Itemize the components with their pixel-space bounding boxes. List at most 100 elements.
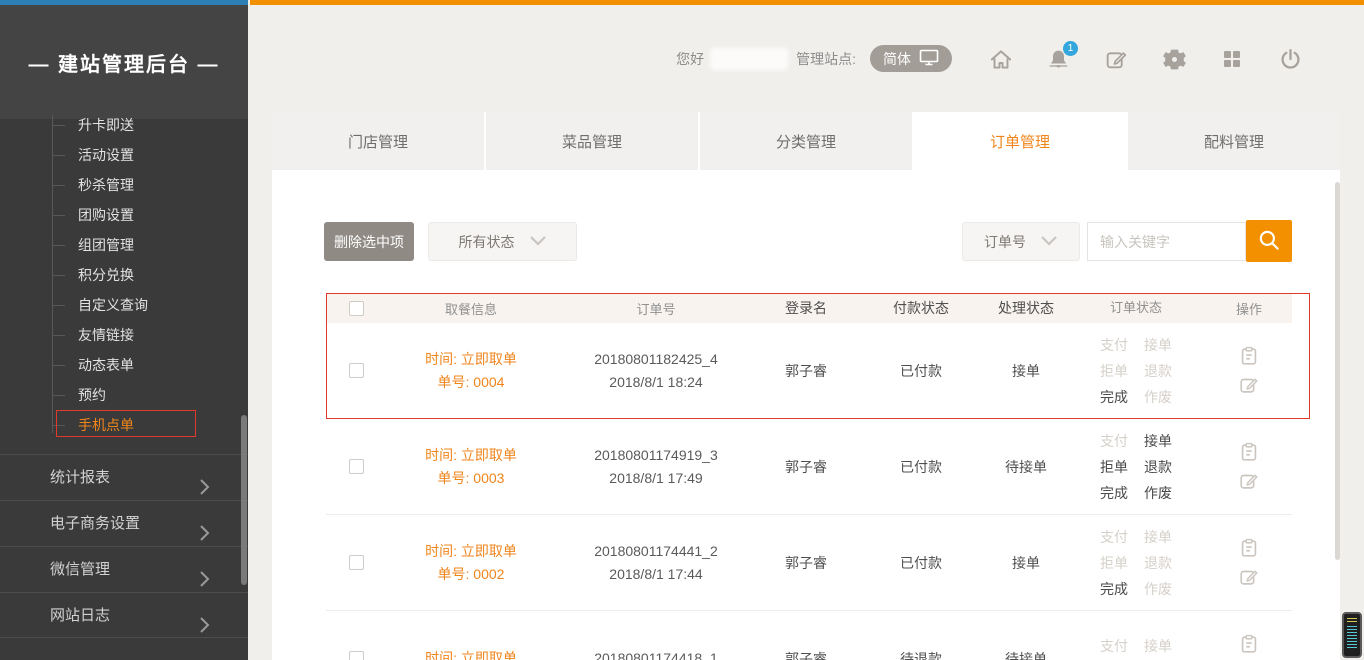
pay-status: 待退款 [856, 649, 986, 660]
search-type-dropdown[interactable]: 订单号 [962, 222, 1080, 261]
home-icon[interactable] [988, 47, 1012, 71]
status-filter-value: 所有状态 [459, 232, 515, 252]
sidebar-scrollbar[interactable] [241, 415, 247, 585]
order-edit-icon[interactable] [1238, 566, 1260, 588]
tab-bar: 门店管理 菜品管理 分类管理 订单管理 配料管理 [272, 112, 1340, 170]
table-row: 时间: 立即取单 20180801174418_1 郭子睿 待退款 待接单 支付… [326, 611, 1292, 660]
sidebar-section-ecommerce[interactable]: 电子商务设置 [0, 500, 248, 546]
action-reject[interactable]: 拒单 [1100, 454, 1128, 480]
sidebar-section-sitelog[interactable]: 网站日志 [0, 592, 248, 638]
sidebar-logo: — 建站管理后台 — [0, 5, 248, 119]
process-status: 接单 [986, 553, 1066, 573]
main-header: 您好 管理站点: 简体 1 [248, 5, 1364, 112]
pickup-time: 时间: 立即取单 [386, 647, 556, 660]
order-detail-icon[interactable] [1238, 633, 1260, 655]
action-void[interactable]: 作废 [1144, 480, 1172, 506]
action-reject[interactable]: 拒单 [1100, 550, 1128, 576]
power-logout-icon[interactable] [1278, 47, 1302, 71]
delete-selected-button[interactable]: 删除选中项 [324, 222, 414, 261]
tab-ingredient-management[interactable]: 配料管理 [1128, 112, 1340, 170]
site-label: 管理站点: [796, 49, 856, 69]
login-name: 郭子睿 [756, 553, 856, 573]
action-pay[interactable]: 支付 [1100, 332, 1128, 358]
row-checkbox[interactable] [349, 651, 364, 660]
chevron-down-icon [1040, 234, 1058, 250]
greeting-text: 您好 [676, 49, 704, 69]
login-name: 郭子睿 [756, 457, 856, 477]
order-edit-icon[interactable] [1238, 470, 1260, 492]
sidebar-item[interactable]: 团购设置 [78, 200, 148, 230]
edit-icon[interactable] [1104, 47, 1128, 71]
action-complete[interactable]: 完成 [1100, 384, 1128, 410]
sidebar-sections: 统计报表 电子商务设置 微信管理 网站日志 [0, 454, 248, 638]
sidebar-item[interactable]: 积分兑换 [78, 260, 148, 290]
tab-order-management-active[interactable]: 订单管理 [914, 112, 1128, 170]
notification-bell-icon[interactable]: 1 [1046, 47, 1070, 71]
search-type-value: 订单号 [984, 232, 1026, 252]
row-checkbox[interactable] [349, 459, 364, 474]
action-complete[interactable]: 完成 [1100, 576, 1128, 602]
sidebar-item[interactable]: 自定义查询 [78, 290, 148, 320]
process-status: 待接单 [986, 457, 1066, 477]
order-edit-icon[interactable] [1238, 374, 1260, 396]
pay-status: 已付款 [856, 457, 986, 477]
action-refund[interactable]: 退款 [1144, 454, 1172, 480]
action-pay[interactable]: 支付 [1100, 524, 1128, 550]
action-accept[interactable]: 接单 [1144, 633, 1172, 659]
pickup-time: 时间: 立即取单 [386, 540, 556, 563]
tab-category-management[interactable]: 分类管理 [700, 112, 914, 170]
pickup-time: 时间: 立即取单 [386, 444, 556, 467]
login-name: 郭子睿 [756, 361, 856, 381]
action-accept[interactable]: 接单 [1144, 332, 1172, 358]
sidebar-section-wechat[interactable]: 微信管理 [0, 546, 248, 592]
monitor-icon [919, 49, 939, 69]
sidebar-item[interactable]: 动态表单 [78, 350, 148, 380]
order-date: 2018/8/1 17:49 [556, 467, 756, 490]
language-switch-button[interactable]: 简体 [870, 45, 952, 72]
action-reject[interactable]: 拒单 [1100, 358, 1128, 384]
action-refund[interactable]: 退款 [1144, 550, 1172, 576]
tab-dish-management[interactable]: 菜品管理 [486, 112, 700, 170]
search-button[interactable] [1246, 220, 1292, 262]
sidebar-submenu: 升卡即送 活动设置 秒杀管理 团购设置 组团管理 积分兑换 自定义查询 友情链接… [78, 110, 148, 440]
header-pay-status: 付款状态 [856, 298, 986, 318]
settings-gear-icon[interactable] [1162, 47, 1186, 71]
sidebar-item[interactable]: 组团管理 [78, 230, 148, 260]
order-number: 20180801182425_4 [556, 348, 756, 371]
sidebar-item[interactable]: 友情链接 [78, 320, 148, 350]
chevron-right-icon [196, 607, 212, 653]
select-all-checkbox[interactable] [349, 301, 364, 316]
order-detail-icon[interactable] [1238, 537, 1260, 559]
table-row: 时间: 立即取单 单号: 0004 20180801182425_4 2018/… [326, 323, 1292, 419]
order-number: 20180801174919_3 [556, 444, 756, 467]
search-icon [1256, 227, 1282, 256]
app-title: — 建站管理后台 — [28, 48, 219, 77]
sidebar-item[interactable]: 预约 [78, 380, 148, 410]
header-login-name: 登录名 [756, 298, 856, 318]
active-item-red-annotation [56, 410, 196, 437]
row-checkbox[interactable] [349, 363, 364, 378]
action-void[interactable]: 作废 [1144, 384, 1172, 410]
action-accept[interactable]: 接单 [1144, 428, 1172, 454]
apps-grid-icon[interactable] [1220, 47, 1244, 71]
status-filter-dropdown[interactable]: 所有状态 [428, 222, 577, 261]
action-void[interactable]: 作废 [1144, 576, 1172, 602]
notification-badge: 1 [1063, 41, 1078, 56]
sidebar-item[interactable]: 升卡即送 [78, 110, 148, 140]
order-detail-icon[interactable] [1238, 441, 1260, 463]
mini-widget-stripes [1347, 618, 1357, 623]
action-pay[interactable]: 支付 [1100, 428, 1128, 454]
tab-store-management[interactable]: 门店管理 [272, 112, 486, 170]
action-complete[interactable]: 完成 [1100, 480, 1128, 506]
action-pay[interactable]: 支付 [1100, 633, 1128, 659]
action-accept[interactable]: 接单 [1144, 524, 1172, 550]
keyword-search-input[interactable] [1087, 222, 1246, 261]
order-detail-icon[interactable] [1238, 345, 1260, 367]
sidebar-item[interactable]: 秒杀管理 [78, 170, 148, 200]
sidebar: — 建站管理后台 — 升卡即送 活动设置 秒杀管理 团购设置 组团管理 积分兑换… [0, 5, 248, 660]
sidebar-item[interactable]: 活动设置 [78, 140, 148, 170]
row-checkbox[interactable] [349, 555, 364, 570]
action-refund[interactable]: 退款 [1144, 358, 1172, 384]
sidebar-section-stats[interactable]: 统计报表 [0, 454, 248, 500]
page-scrollbar[interactable] [1335, 182, 1340, 560]
